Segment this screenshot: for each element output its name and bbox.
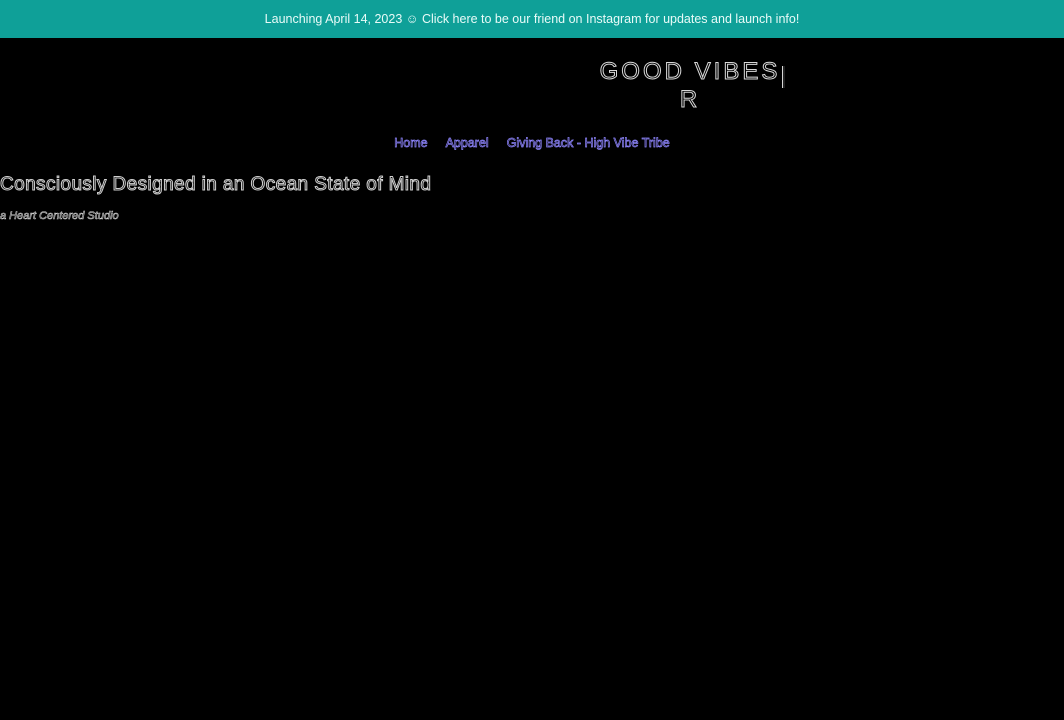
nav-link-giving-back[interactable]: Giving Back - High Vibe Tribe [506,136,670,151]
site-logo[interactable]: GOOD VIBES R [590,58,790,114]
hero-title: Consciously Designed in an Ocean State o… [0,174,432,196]
main-nav: Home Apparel Giving Back - High Vibe Tri… [0,136,1064,151]
nav-link-home[interactable]: Home [394,136,428,151]
announcement-bar[interactable]: Launching April 14, 2023 ☺ Click here to… [0,0,1064,38]
logo-line-1: GOOD VIBES [599,58,781,86]
announcement-text[interactable]: Launching April 14, 2023 ☺ Click here to… [265,12,800,26]
nav-link-apparel[interactable]: Apparel [445,136,489,151]
logo-divider [782,66,785,88]
hero-subtitle: a Heart Centered Studio [0,210,119,223]
logo-line-2: R [679,86,701,114]
